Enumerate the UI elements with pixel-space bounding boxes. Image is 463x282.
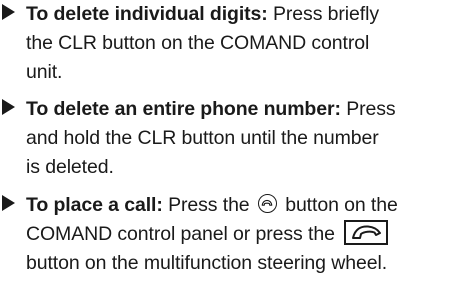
phone-handset-icon [344, 220, 389, 246]
step-line: To delete an entire phone number: Press [26, 95, 460, 124]
step-line-segment: button on the [279, 194, 398, 216]
step-lead: To delete an entire phone number: [26, 98, 341, 120]
phone-handset-icon [257, 194, 277, 214]
step-line-segment: COMAND control panel or press the [26, 223, 341, 245]
step-line-rest: Press [340, 98, 396, 120]
step-line-segment: Press the [162, 194, 255, 216]
step-line-rest: Press briefly [267, 3, 379, 25]
step-line: button on the multifunction steering whe… [26, 252, 388, 274]
step-line: unit. [26, 61, 63, 83]
step-bullet-icon [2, 4, 15, 20]
step-line: COMAND control panel or press the [26, 220, 460, 249]
step-line: is deleted. [26, 156, 114, 178]
step-text: To place a call: Press the button on the… [26, 191, 460, 278]
step-line: To delete individual digits: Press brief… [26, 0, 460, 29]
step-line: the CLR button on the COMAND control [26, 32, 370, 54]
step-lead: To delete individual digits: [26, 3, 268, 25]
step-line: To place a call: Press the button on the [26, 191, 460, 220]
step-bullet-icon [2, 195, 15, 211]
step-line: and hold the CLR button until the number [26, 127, 379, 149]
step-bullet-icon [2, 99, 15, 115]
step-text: To delete an entire phone number: Press … [26, 95, 460, 182]
step-text: To delete individual digits: Press brief… [26, 0, 460, 87]
step-lead: To place a call: [26, 194, 163, 216]
instruction-page: To delete individual digits: Press brief… [0, 0, 463, 282]
